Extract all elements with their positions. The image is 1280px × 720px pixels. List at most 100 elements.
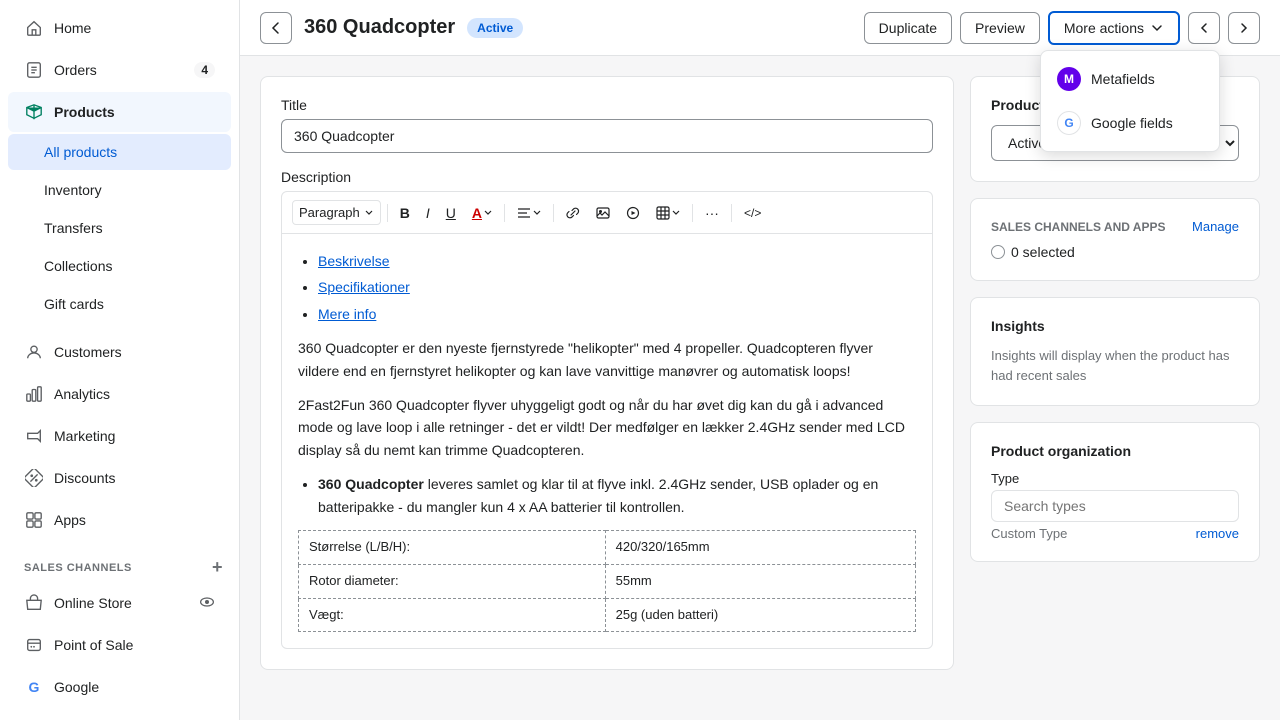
text-color-button[interactable]: A [466,201,498,225]
title-description-card: Title Description Paragraph B I U [260,76,954,670]
more-options-button[interactable]: ··· [699,201,725,225]
toolbar-divider-2 [504,204,505,222]
metafields-icon: M [1057,67,1081,91]
status-badge: Active [467,18,523,38]
content-right: Product status Active Draft SALES CHANNE… [970,76,1260,700]
sidebar-item-discounts[interactable]: Discounts [8,458,231,498]
description-label: Description [281,169,933,185]
table-cell: Vægt: [299,598,606,632]
sidebar-item-label: Online Store [54,595,132,611]
sidebar-sub-label: All products [44,144,117,160]
dropdown-item-metafields[interactable]: M Metafields [1041,57,1219,101]
specs-table: Størrelse (L/B/H): 420/320/165mm Rotor d… [298,530,916,632]
table-cell: 25g (uden batteri) [605,598,915,632]
sidebar-item-home[interactable]: Home [8,8,231,48]
toolbar-divider [387,204,388,222]
code-button[interactable]: </> [738,202,767,224]
link-beskrivelse[interactable]: Beskrivelse [318,253,390,269]
sidebar-item-google[interactable]: G Google [8,667,231,707]
online-store-icon [24,593,44,613]
more-actions-dropdown: M Metafields G Google fields [1040,50,1220,152]
sidebar-item-collections[interactable]: Collections [8,248,231,284]
more-actions-button[interactable]: More actions [1048,11,1180,45]
sidebar-item-products[interactable]: Products [8,92,231,132]
insights-card: Insights Insights will display when the … [970,297,1260,406]
table-cell: Rotor diameter: [299,564,606,598]
link-mere-info[interactable]: Mere info [318,306,376,322]
sidebar-item-label: Home [54,20,91,36]
link-button[interactable] [560,202,586,224]
manage-link[interactable]: Manage [1192,219,1239,234]
sidebar-item-analytics[interactable]: Analytics [8,374,231,414]
radio-circle [991,245,1005,259]
sidebar-item-inventory[interactable]: Inventory [8,172,231,208]
duplicate-button[interactable]: Duplicate [864,12,952,44]
underline-button[interactable]: U [440,201,462,225]
content-area: Title Description Paragraph B I U [240,56,1280,720]
orders-icon [24,60,44,80]
bold-button[interactable]: B [394,201,416,225]
sidebar-item-label: Point of Sale [54,637,133,653]
sales-channels-card: SALES CHANNELS AND APPS Manage 0 selecte… [970,198,1260,281]
video-button[interactable] [620,202,646,224]
home-icon [24,18,44,38]
online-store-visibility-icon[interactable] [199,594,215,613]
sidebar-item-apps[interactable]: Apps [8,500,231,540]
toolbar-divider-4 [692,204,693,222]
paragraph-select[interactable]: Paragraph [292,200,381,225]
add-sales-channel-button[interactable]: + [212,557,223,578]
image-button[interactable] [590,202,616,224]
sidebar-item-label: Marketing [54,428,115,444]
sidebar-item-label: Apps [54,512,86,528]
sidebar-item-settings[interactable]: Settings [8,716,231,720]
sales-channels-title: SALES CHANNELS AND APPS [991,220,1165,234]
sidebar-item-gift-cards[interactable]: Gift cards [8,286,231,322]
pos-icon [24,635,44,655]
dropdown-item-google-fields[interactable]: G Google fields [1041,101,1219,145]
sidebar-sub-label: Collections [44,258,112,274]
custom-type-row: Custom Type remove [991,526,1239,541]
next-button[interactable] [1228,12,1260,44]
link-specifikationer[interactable]: Specifikationer [318,279,410,295]
sidebar-item-all-products[interactable]: All products [8,134,231,170]
sales-channels-label: SALES CHANNELS + [0,549,239,582]
preview-button[interactable]: Preview [960,12,1040,44]
products-icon [24,102,44,122]
table-cell: Størrelse (L/B/H): [299,530,606,564]
table-cell: 55mm [605,564,915,598]
apps-icon [24,510,44,530]
search-types-input[interactable] [991,490,1239,522]
title-label: Title [281,97,933,113]
google-icon: G [24,677,44,697]
sidebar-item-online-store[interactable]: Online Store [8,583,231,623]
title-input[interactable] [281,119,933,153]
prev-button[interactable] [1188,12,1220,44]
paragraph-1: 360 Quadcopter er den nyeste fjernstyred… [298,337,916,382]
align-button[interactable] [511,202,547,224]
remove-link[interactable]: remove [1196,526,1239,541]
product-organization-title: Product organization [991,443,1239,459]
sidebar-item-label: Products [54,104,115,120]
sidebar-sub-label: Gift cards [44,296,104,312]
sidebar-item-marketing[interactable]: Marketing [8,416,231,456]
italic-button[interactable]: I [420,201,436,225]
sidebar-item-label: Google [54,679,99,695]
marketing-icon [24,426,44,446]
orders-badge: 4 [194,62,215,78]
sidebar-item-customers[interactable]: Customers [8,332,231,372]
type-label: Type [991,471,1239,486]
sidebar-item-transfers[interactable]: Transfers [8,210,231,246]
paragraph-2: 2Fast2Fun 360 Quadcopter flyver uhyggeli… [298,394,916,461]
sidebar-sub-label: Inventory [44,182,102,198]
back-button[interactable] [260,12,292,44]
sidebar-item-orders[interactable]: Orders 4 [8,50,231,90]
sidebar-item-label: Analytics [54,386,110,402]
topbar: 360 Quadcopter Active Duplicate Preview … [240,0,1280,56]
analytics-icon [24,384,44,404]
sales-channels-header: SALES CHANNELS AND APPS Manage [991,219,1239,234]
paragraph-3: 360 Quadcopter leveres samlet og klar ti… [318,476,878,514]
table-button[interactable] [650,202,686,224]
editor-toolbar: Paragraph B I U A [282,192,932,234]
editor-body[interactable]: Beskrivelse Specifikationer Mere info 36… [282,234,932,648]
sidebar-item-point-of-sale[interactable]: Point of Sale [8,625,231,665]
